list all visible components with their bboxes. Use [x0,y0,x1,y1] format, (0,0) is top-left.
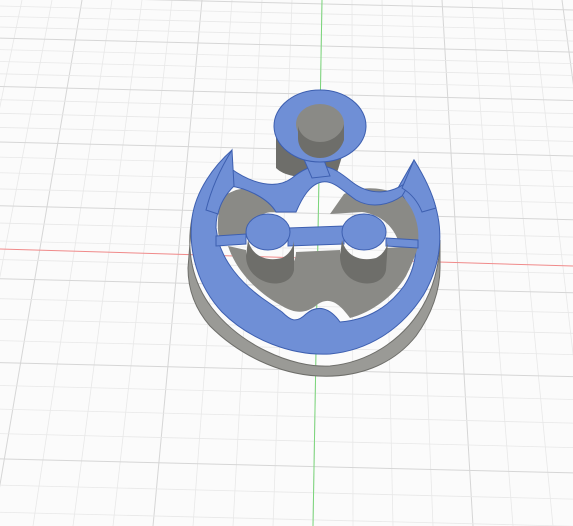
grid-line-horizontal [0,15,573,31]
grid-line-horizontal [0,408,573,424]
grid-line-horizontal [0,484,573,500]
grid-line-vertical [32,0,113,526]
grid-line-horizontal [0,458,573,474]
grid-line-horizontal [0,26,573,42]
stock-ball-left [245,213,291,251]
grid-line-vertical [0,0,23,109]
3d-viewport[interactable] [0,0,573,526]
grid-line-vertical [0,0,53,279]
grid-line-horizontal [0,73,573,89]
grid-line-horizontal [0,385,573,400]
grid-line-horizontal [0,86,573,102]
grid-line-vertical [0,0,83,488]
grid-line-horizontal [0,49,573,65]
grid-line-horizontal [0,37,573,53]
grid-line-horizontal [0,433,573,448]
viewport-canvas[interactable] [0,0,573,526]
grid-line-horizontal [0,240,573,256]
grid-line-horizontal [0,511,573,526]
stock-ball-right [341,213,387,251]
grid-line-horizontal [0,61,573,76]
